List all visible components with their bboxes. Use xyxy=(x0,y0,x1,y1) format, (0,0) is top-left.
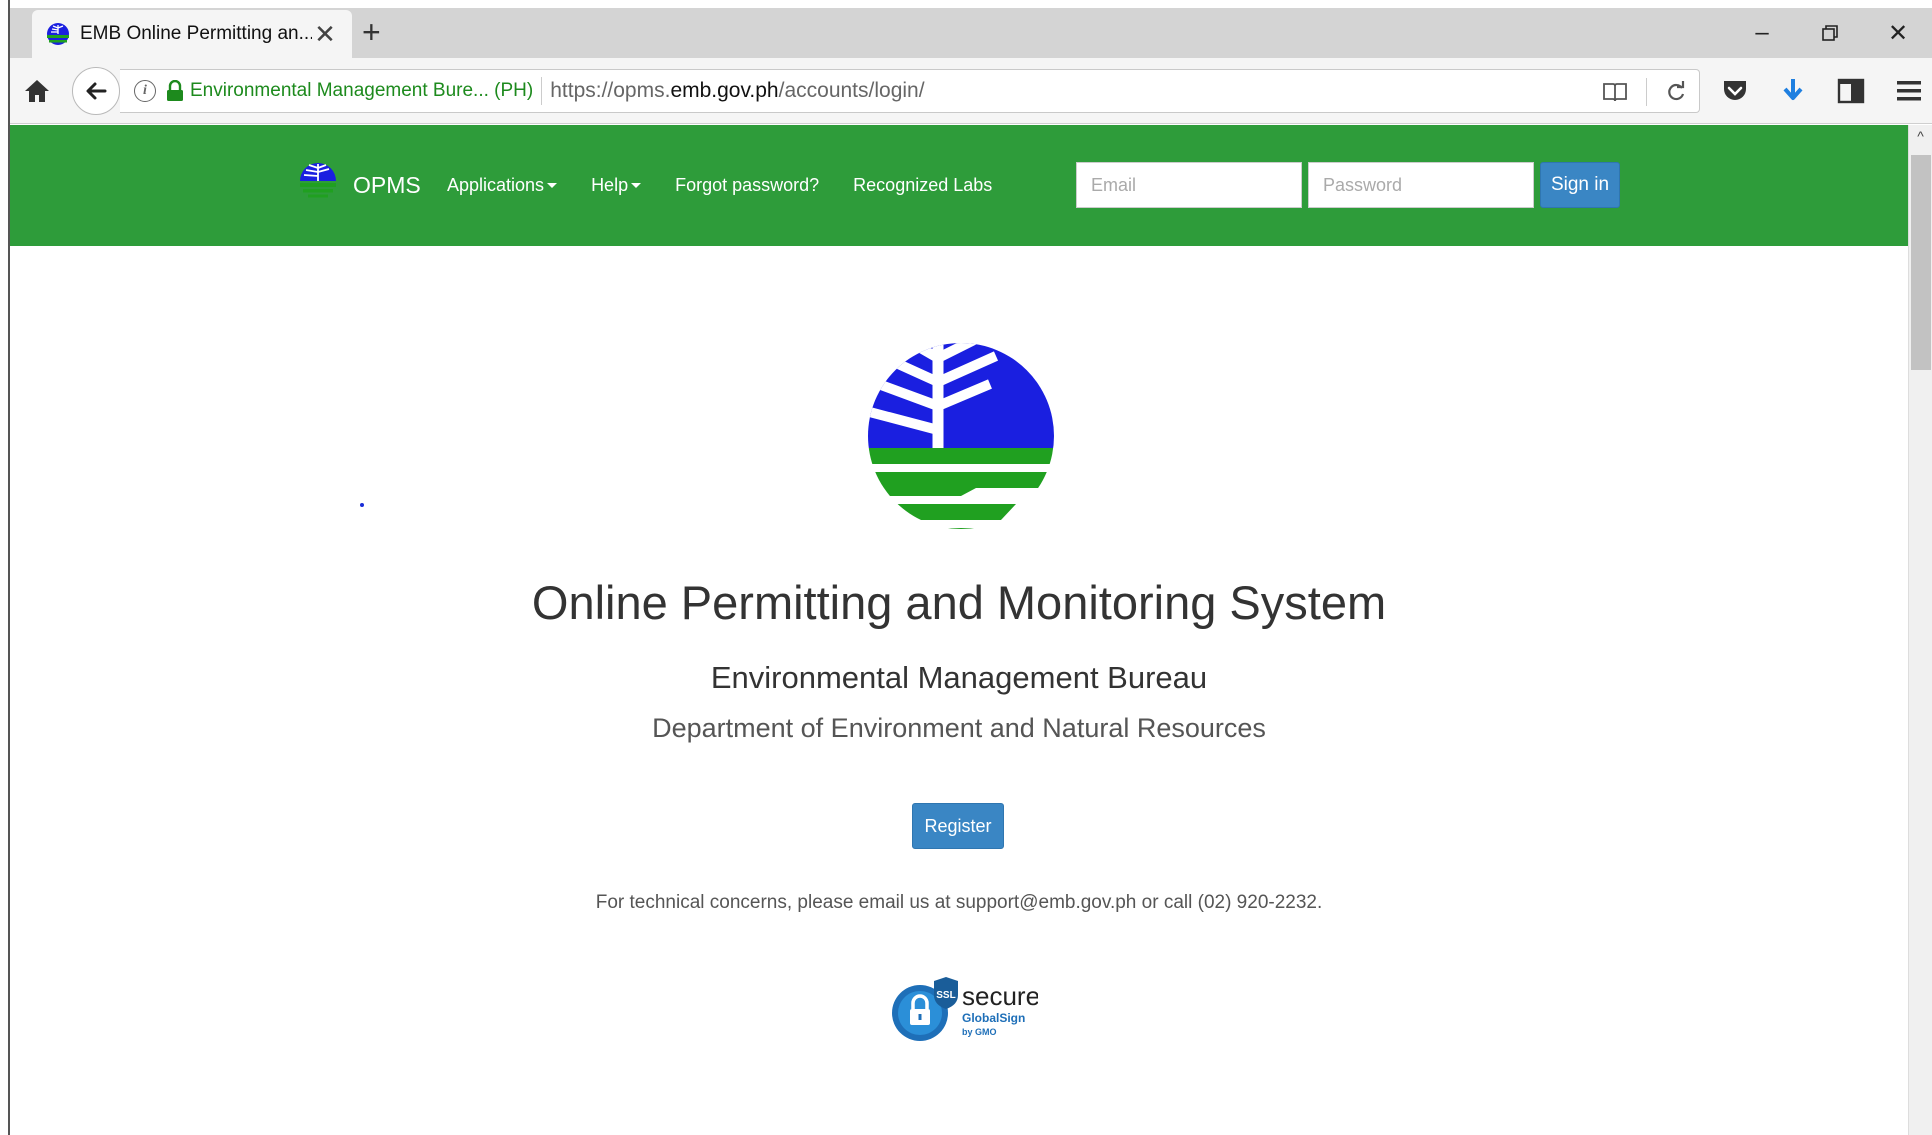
new-tab-icon[interactable]: + xyxy=(362,16,381,48)
sidebar-icon[interactable] xyxy=(1836,76,1866,106)
emb-favicon-icon xyxy=(47,23,69,45)
email-input[interactable] xyxy=(1076,162,1302,208)
ssl-label: SSL xyxy=(936,990,955,1001)
minimize-icon[interactable]: – xyxy=(1728,8,1796,58)
browser-nav-bar: i Environmental Management Bure... (PH) … xyxy=(10,58,1932,124)
browser-tab-bar: EMB Online Permitting an... ✕ + – ✕ xyxy=(10,8,1932,58)
gmo-label: by GMO xyxy=(962,1027,997,1037)
sign-in-button[interactable]: Sign in xyxy=(1540,162,1620,208)
close-window-icon[interactable]: ✕ xyxy=(1864,8,1932,58)
secure-label: secure xyxy=(962,981,1038,1011)
caret-down-icon xyxy=(547,183,558,188)
brand[interactable]: OPMS xyxy=(295,157,421,203)
browser-toolbar xyxy=(1720,68,1924,114)
page-subtitle: Environmental Management Bureau xyxy=(710,660,1208,695)
back-button[interactable] xyxy=(72,67,120,115)
nav-recognized-labs[interactable]: Recognized Labs xyxy=(853,175,992,196)
restore-icon[interactable] xyxy=(1796,8,1864,58)
register-button[interactable]: Register xyxy=(912,803,1004,849)
scrollbar[interactable]: ^ xyxy=(1908,125,1932,1135)
page-title: Online Permitting and Monitoring System xyxy=(531,576,1387,629)
brand-name: OPMS xyxy=(353,171,421,198)
issuer-label: GlobalSign xyxy=(962,1011,1025,1025)
info-icon[interactable]: i xyxy=(134,80,156,102)
url-bar[interactable]: i Environmental Management Bure... (PH) … xyxy=(120,69,1700,113)
emb-logo-icon xyxy=(868,343,1054,529)
browser-tab[interactable]: EMB Online Permitting an... ✕ xyxy=(32,10,352,58)
menu-icon[interactable] xyxy=(1894,76,1924,106)
department-name: Department of Environment and Natural Re… xyxy=(652,713,1266,743)
tab-close-icon[interactable]: ✕ xyxy=(312,21,338,47)
tab-title: EMB Online Permitting an... xyxy=(80,23,312,44)
support-text: For technical concerns, please email us … xyxy=(595,892,1323,913)
caret-down-icon xyxy=(631,183,642,188)
page-viewport: OPMS Applications Help Forgot password? … xyxy=(10,125,1908,1135)
scroll-up-icon[interactable]: ^ xyxy=(1909,125,1932,147)
pocket-icon[interactable] xyxy=(1720,76,1750,106)
reader-view-icon[interactable] xyxy=(1602,81,1628,103)
opms-logo-icon xyxy=(300,163,336,198)
reload-icon[interactable] xyxy=(1665,81,1687,103)
login-form: Sign in xyxy=(1076,162,1620,208)
nav-menu: Applications Help Forgot password? Recog… xyxy=(447,125,1026,246)
site-identity[interactable]: Environmental Management Bure... (PH) xyxy=(190,80,533,102)
home-icon[interactable] xyxy=(22,76,52,106)
lock-icon xyxy=(167,80,183,101)
url-text[interactable]: https://opms.emb.gov.ph/accounts/login/ xyxy=(550,79,924,103)
nav-help[interactable]: Help xyxy=(591,175,642,196)
ssl-secure-badge[interactable]: SSL secure GlobalSign by GMO xyxy=(888,973,1038,1045)
nav-forgot-password[interactable]: Forgot password? xyxy=(675,175,819,196)
download-icon[interactable] xyxy=(1778,76,1808,106)
back-arrow-icon xyxy=(86,82,107,100)
window-controls: – ✕ xyxy=(1728,8,1932,58)
site-navbar: OPMS Applications Help Forgot password? … xyxy=(10,125,1908,246)
nav-applications[interactable]: Applications xyxy=(447,175,558,196)
scroll-thumb[interactable] xyxy=(1911,155,1931,370)
password-input[interactable] xyxy=(1308,162,1534,208)
